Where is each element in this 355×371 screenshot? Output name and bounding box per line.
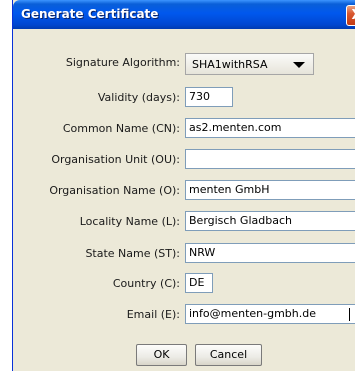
country-row: Country (C): DE xyxy=(13,273,355,295)
close-button[interactable]: X xyxy=(346,5,355,26)
validity-label: Validity (days): xyxy=(97,91,180,104)
country-label: Country (C): xyxy=(112,277,180,290)
org-unit-row: Organisation Unit (OU): xyxy=(13,149,355,171)
org-name-label: Organisation Name (O): xyxy=(49,184,180,197)
text-caret xyxy=(349,308,350,321)
signature-algorithm-value: SHA1withRSA xyxy=(192,58,268,71)
chevron-down-icon xyxy=(293,62,305,68)
generate-certificate-dialog: Generate Certificate X Signature Algorit… xyxy=(12,0,355,371)
org-name-field[interactable]: menten GmbH xyxy=(185,180,355,200)
dialog-title: Generate Certificate xyxy=(21,7,159,21)
state-row: State Name (ST): NRW xyxy=(13,243,355,265)
email-value: info@menten-gmbh.de xyxy=(189,307,317,320)
email-field[interactable]: info@menten-gmbh.de xyxy=(185,304,355,324)
state-field[interactable]: NRW xyxy=(185,243,355,263)
validity-row: Validity (days): 730 xyxy=(13,87,355,109)
org-name-row: Organisation Name (O): menten GmbH xyxy=(13,180,355,202)
signature-algorithm-select[interactable]: SHA1withRSA xyxy=(185,53,314,75)
locality-row: Locality Name (L): Bergisch Gladbach xyxy=(13,211,355,233)
email-label: Email (E): xyxy=(126,308,180,321)
cancel-button[interactable]: Cancel xyxy=(195,344,262,366)
locality-field[interactable]: Bergisch Gladbach xyxy=(185,211,355,231)
email-row: Email (E): info@menten-gmbh.de xyxy=(13,304,355,326)
locality-label: Locality Name (L): xyxy=(79,215,180,228)
title-bar[interactable]: Generate Certificate X xyxy=(13,0,355,29)
validity-field[interactable]: 730 xyxy=(185,87,233,107)
state-label: State Name (ST): xyxy=(85,247,180,260)
country-field[interactable]: DE xyxy=(185,273,213,293)
signature-algorithm-label: Signature Algorithm: xyxy=(65,56,180,69)
signature-algorithm-row: Signature Algorithm: SHA1withRSA xyxy=(13,52,355,75)
org-unit-field[interactable] xyxy=(185,149,355,169)
common-name-label: Common Name (CN): xyxy=(62,122,180,135)
org-unit-label: Organisation Unit (OU): xyxy=(51,153,180,166)
common-name-field[interactable]: as2.menten.com xyxy=(185,118,355,138)
close-icon: X xyxy=(351,8,355,23)
common-name-row: Common Name (CN): as2.menten.com xyxy=(13,118,355,140)
ok-button[interactable]: OK xyxy=(136,344,187,366)
